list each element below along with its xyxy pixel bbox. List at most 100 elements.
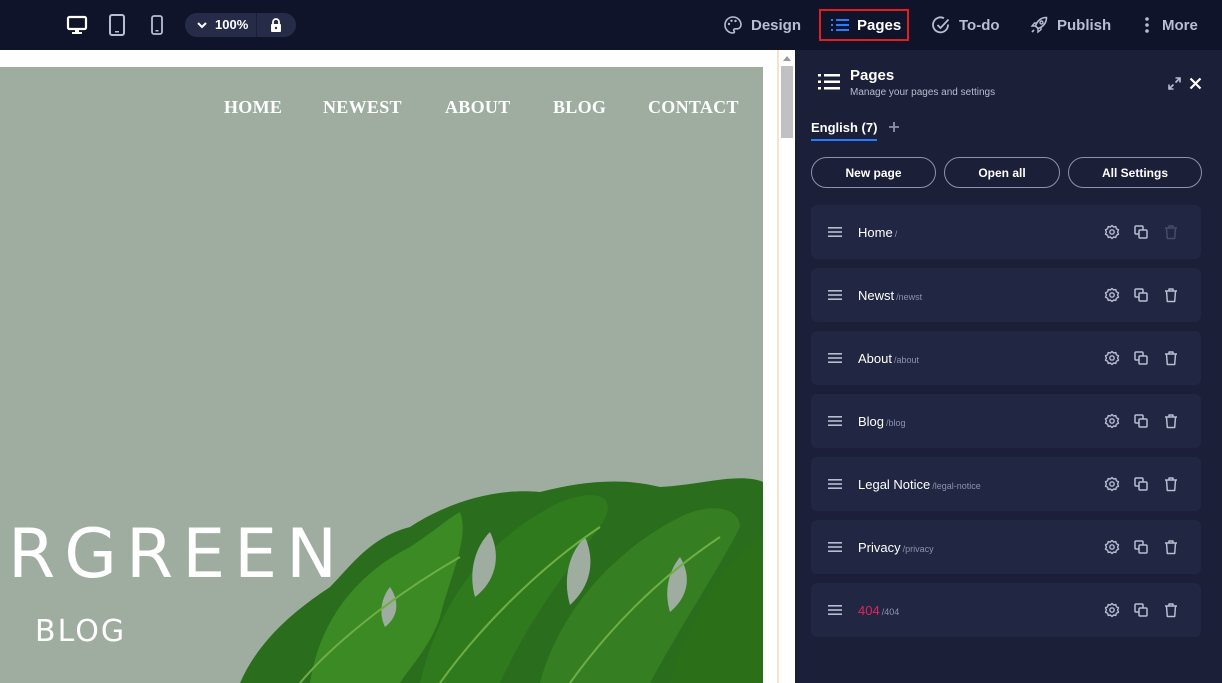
page-slug: /legal-notice	[932, 481, 981, 491]
tab-language-english[interactable]: English (7)	[811, 120, 878, 141]
page-slug: /	[894, 229, 898, 239]
nav-publish[interactable]: Publish	[1029, 9, 1111, 41]
list-icon	[818, 74, 840, 90]
zoom-control: 100%	[185, 13, 296, 37]
page-name[interactable]: Blog/blog	[858, 414, 906, 429]
page-slug: /privacy	[902, 544, 934, 554]
canvas-scrollbar[interactable]	[779, 50, 795, 683]
drag-handle-icon[interactable]	[828, 415, 842, 427]
page-settings-gear-icon[interactable]	[1104, 287, 1120, 303]
nav-more-label: More	[1162, 16, 1198, 34]
duplicate-page-icon[interactable]	[1133, 224, 1149, 240]
page-row-404[interactable]: 404/404	[811, 583, 1201, 637]
drag-handle-icon[interactable]	[828, 478, 842, 490]
drag-handle-icon[interactable]	[828, 226, 842, 238]
scrollbar-thumb[interactable]	[781, 66, 793, 138]
page-slug: /newst	[896, 292, 923, 302]
page-name[interactable]: Home /	[858, 225, 897, 240]
site-nav-contact[interactable]: CONTACT	[648, 97, 739, 118]
nav-pages-label: Pages	[857, 16, 902, 34]
delete-page-trash-icon[interactable]	[1163, 350, 1179, 366]
page-name-text: Privacy	[858, 540, 901, 555]
tablet-icon	[109, 14, 125, 36]
page-row-home[interactable]: Home /	[811, 205, 1201, 259]
page-name-text: Legal Notice	[858, 477, 931, 492]
page-name-text: Home	[858, 225, 893, 240]
page-slug: /blog	[886, 418, 906, 428]
page-row-legal-notice[interactable]: Legal Notice/legal-notice	[811, 457, 1201, 511]
page-name[interactable]: Newst/newst	[858, 288, 922, 303]
page-settings-gear-icon[interactable]	[1104, 350, 1120, 366]
site-nav-about[interactable]: ABOUT	[445, 97, 511, 118]
duplicate-page-icon[interactable]	[1133, 476, 1149, 492]
page-name-text: Newst	[858, 288, 895, 303]
nav-publish-label: Publish	[1057, 16, 1112, 34]
delete-page-trash-icon[interactable]	[1163, 539, 1179, 555]
zoom-level[interactable]: 100%	[215, 17, 248, 32]
new-page-button[interactable]: New page	[811, 157, 936, 188]
page-settings-gear-icon[interactable]	[1104, 413, 1120, 429]
page-settings-gear-icon[interactable]	[1104, 539, 1120, 555]
nav-more[interactable]: More	[1140, 9, 1198, 41]
nav-pages[interactable]: Pages	[819, 9, 910, 41]
check-circle-icon	[932, 16, 950, 34]
page-name[interactable]: About/about	[858, 351, 919, 366]
desktop-icon	[66, 15, 88, 34]
page-row-privacy[interactable]: Privacy/privacy	[811, 520, 1201, 574]
rocket-icon	[1030, 16, 1048, 34]
delete-page-trash-icon[interactable]	[1163, 476, 1179, 492]
nav-design[interactable]: Design	[723, 9, 801, 41]
delete-page-trash-icon[interactable]	[1163, 287, 1179, 303]
lock-icon[interactable]	[268, 17, 284, 33]
phone-icon	[151, 15, 163, 35]
top-toolbar: 100% Design Pages To-do Publish More	[0, 0, 1222, 50]
open-all-button[interactable]: Open all	[944, 157, 1060, 188]
page-name[interactable]: Legal Notice/legal-notice	[858, 477, 981, 492]
drag-handle-icon[interactable]	[828, 604, 842, 616]
desktop-view-button[interactable]	[66, 13, 88, 37]
drag-handle-icon[interactable]	[828, 289, 842, 301]
site-hero[interactable]: HOME NEWEST ABOUT BLOG CONTACT RGREEN BL…	[0, 67, 763, 683]
tablet-view-button[interactable]	[106, 13, 128, 37]
duplicate-page-icon[interactable]	[1133, 539, 1149, 555]
panel-subtitle: Manage your pages and settings	[850, 87, 996, 98]
list-icon	[831, 19, 849, 31]
duplicate-page-icon[interactable]	[1133, 602, 1149, 618]
drag-handle-icon[interactable]	[828, 352, 842, 364]
page-row-newst[interactable]: Newst/newst	[811, 268, 1201, 322]
site-nav-home[interactable]: HOME	[224, 97, 282, 118]
drag-handle-icon[interactable]	[828, 541, 842, 553]
page-settings-gear-icon[interactable]	[1104, 224, 1120, 240]
pages-panel: Pages Manage your pages and settings Eng…	[795, 50, 1222, 683]
hero-subtitle: BLOG	[35, 614, 127, 649]
hero-title: RGREEN	[8, 515, 346, 594]
palette-icon	[724, 16, 742, 34]
site-nav-newest[interactable]: NEWEST	[323, 97, 402, 118]
delete-page-trash-icon[interactable]	[1163, 413, 1179, 429]
page-settings-gear-icon[interactable]	[1104, 476, 1120, 492]
page-settings-gear-icon[interactable]	[1104, 602, 1120, 618]
all-settings-button[interactable]: All Settings	[1068, 157, 1202, 188]
site-nav-blog[interactable]: BLOG	[553, 97, 606, 118]
close-icon[interactable]	[1189, 77, 1202, 90]
page-row-about[interactable]: About/about	[811, 331, 1201, 385]
mobile-view-button[interactable]	[146, 13, 168, 37]
page-name-text: Blog	[858, 414, 885, 429]
chevron-down-icon[interactable]	[195, 18, 209, 32]
nav-design-label: Design	[751, 16, 802, 34]
page-row-blog[interactable]: Blog/blog	[811, 394, 1201, 448]
delete-page-trash-icon[interactable]	[1163, 602, 1179, 618]
duplicate-page-icon[interactable]	[1133, 350, 1149, 366]
kebab-icon	[1145, 17, 1149, 33]
duplicate-page-icon[interactable]	[1133, 287, 1149, 303]
nav-todo-label: To-do	[959, 16, 1000, 34]
nav-todo[interactable]: To-do	[931, 9, 1000, 41]
page-name[interactable]: Privacy/privacy	[858, 540, 934, 555]
page-slug: /about	[893, 355, 920, 365]
duplicate-page-icon[interactable]	[1133, 413, 1149, 429]
page-name[interactable]: 404/404	[858, 603, 899, 618]
scroll-up-arrow-icon[interactable]	[783, 56, 791, 61]
expand-icon[interactable]	[1168, 77, 1181, 90]
add-language-plus-icon[interactable]	[888, 121, 900, 133]
page-name-text: About	[858, 351, 892, 366]
